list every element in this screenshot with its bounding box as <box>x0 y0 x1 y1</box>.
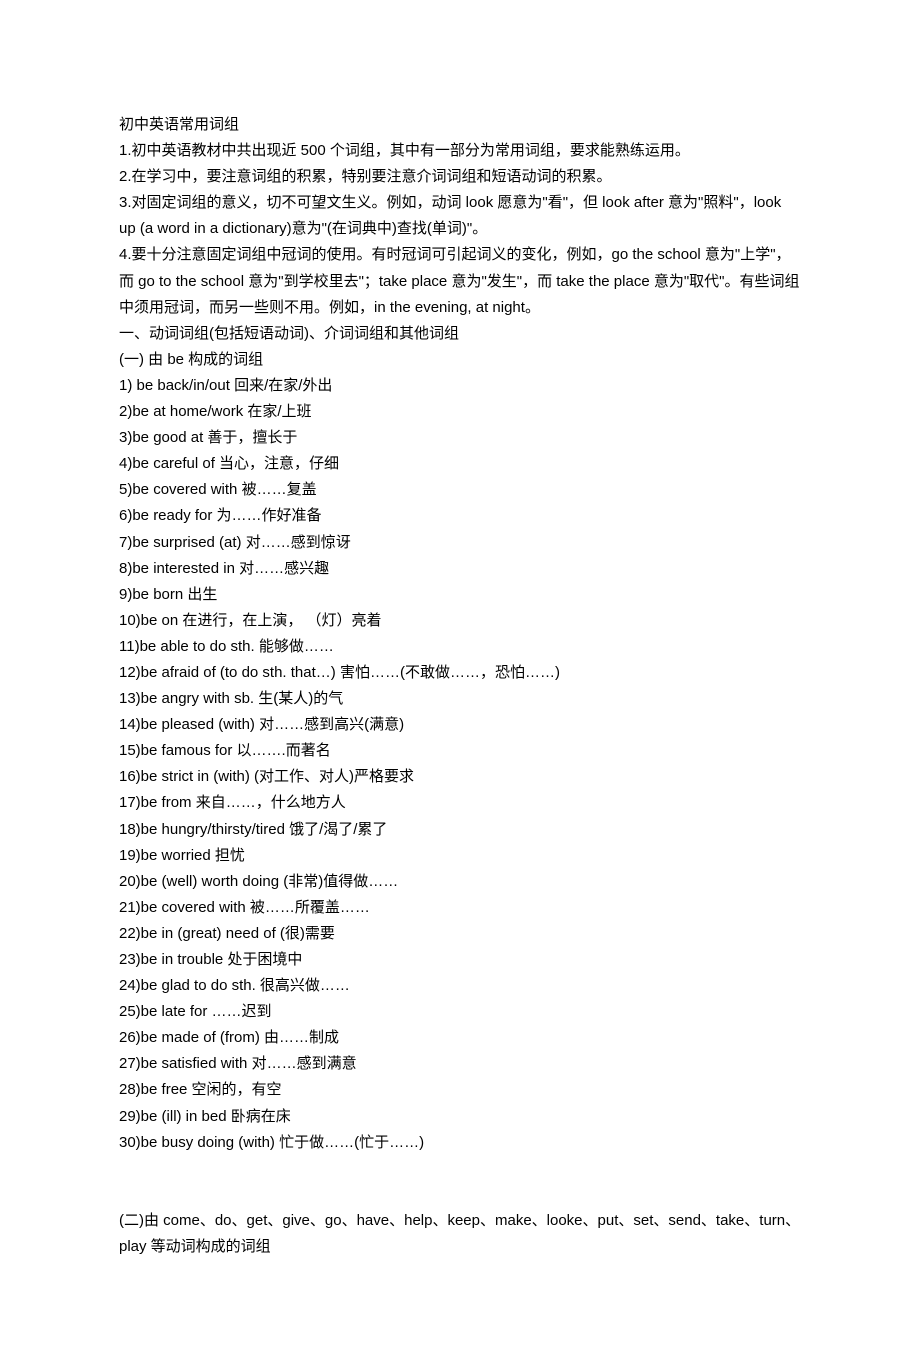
text-line: 1.初中英语教材中共出现近 500 个词组，其中有一部分为常用词组，要求能熟练运… <box>119 138 801 164</box>
text-line: 初中英语常用词组 <box>119 112 801 138</box>
text-line: 21)be covered with 被……所覆盖…… <box>119 895 801 921</box>
text-line <box>119 1182 801 1208</box>
text-line: 4)be careful of 当心，注意，仔细 <box>119 451 801 477</box>
document-page: 初中英语常用词组 1.初中英语教材中共出现近 500 个词组，其中有一部分为常用… <box>0 0 920 1360</box>
text-line: 3.对固定词组的意义，切不可望文生义。例如，动词 look 愿意为"看"，但 l… <box>119 190 801 242</box>
text-line: 29)be (ill) in bed 卧病在床 <box>119 1104 801 1130</box>
text-line: 10)be on 在进行，在上演， （灯）亮着 <box>119 608 801 634</box>
text-line: 15)be famous for 以…….而著名 <box>119 738 801 764</box>
text-line: (二)由 come、do、get、give、go、have、help、keep、… <box>119 1208 801 1260</box>
text-line: 3)be good at 善于，擅长于 <box>119 425 801 451</box>
text-line: 4.要十分注意固定词组中冠词的使用。有时冠词可引起词义的变化，例如，go the… <box>119 242 801 320</box>
text-line: 23)be in trouble 处于困境中 <box>119 947 801 973</box>
text-line: 8)be interested in 对……感兴趣 <box>119 556 801 582</box>
text-line: 12)be afraid of (to do sth. that…) 害怕……(… <box>119 660 801 686</box>
text-line: 27)be satisfied with 对……感到满意 <box>119 1051 801 1077</box>
text-line: 24)be glad to do sth. 很高兴做…… <box>119 973 801 999</box>
text-line: 25)be late for ……迟到 <box>119 999 801 1025</box>
text-line: 28)be free 空闲的，有空 <box>119 1077 801 1103</box>
text-line: 7)be surprised (at) 对……感到惊讶 <box>119 530 801 556</box>
text-line: 5)be covered with 被……复盖 <box>119 477 801 503</box>
text-line: 1) be back/in/out 回来/在家/外出 <box>119 373 801 399</box>
text-line: 30)be busy doing (with) 忙于做……(忙于……) <box>119 1130 801 1156</box>
text-line: 6)be ready for 为……作好准备 <box>119 503 801 529</box>
text-line: 26)be made of (from) 由……制成 <box>119 1025 801 1051</box>
text-line: 18)be hungry/thirsty/tired 饿了/渴了/累了 <box>119 817 801 843</box>
text-line: 17)be from 来自……，什么地方人 <box>119 790 801 816</box>
text-line <box>119 1156 801 1182</box>
text-line: 一、动词词组(包括短语动词)、介词词组和其他词组 <box>119 321 801 347</box>
text-line: 9)be born 出生 <box>119 582 801 608</box>
text-line: 13)be angry with sb. 生(某人)的气 <box>119 686 801 712</box>
text-line: 14)be pleased (with) 对……感到高兴(满意) <box>119 712 801 738</box>
text-line: 2)be at home/work 在家/上班 <box>119 399 801 425</box>
text-line: 2.在学习中，要注意词组的积累，特别要注意介词词组和短语动词的积累。 <box>119 164 801 190</box>
text-line: 11)be able to do sth. 能够做…… <box>119 634 801 660</box>
text-line: 16)be strict in (with) (对工作、对人)严格要求 <box>119 764 801 790</box>
text-line: 20)be (well) worth doing (非常)值得做…… <box>119 869 801 895</box>
text-line: (一) 由 be 构成的词组 <box>119 347 801 373</box>
text-line: 19)be worried 担忧 <box>119 843 801 869</box>
text-line: 22)be in (great) need of (很)需要 <box>119 921 801 947</box>
